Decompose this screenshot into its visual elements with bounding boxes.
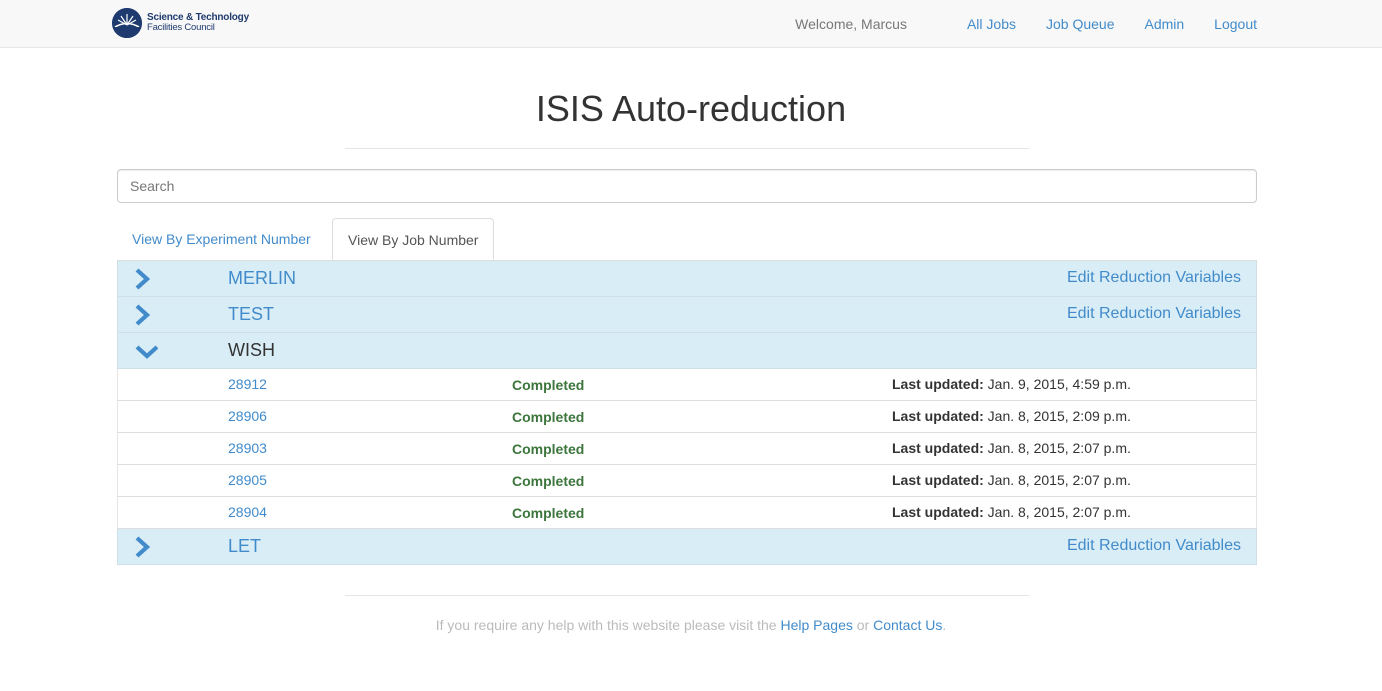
last-updated-value: Jan. 8, 2015, 2:07 p.m. (987, 472, 1131, 488)
run-status: Completed (512, 409, 585, 425)
run-last-updated: Last updated: Jan. 8, 2015, 2:07 p.m. (892, 433, 1131, 464)
run-last-updated: Last updated: Jan. 8, 2015, 2:07 p.m. (892, 465, 1131, 496)
chevron-right-icon[interactable] (132, 535, 154, 559)
footer-text-middle: or (852, 617, 874, 633)
chevron-right-icon[interactable] (132, 303, 154, 327)
last-updated-value: Jan. 8, 2015, 2:07 p.m. (987, 440, 1131, 456)
footer: If you require any help with this websit… (0, 617, 1382, 633)
run-row: 28905 Completed Last updated: Jan. 8, 20… (117, 465, 1257, 497)
run-row: 28912 Completed Last updated: Jan. 9, 20… (117, 369, 1257, 401)
run-number-link[interactable]: 28903 (228, 433, 267, 464)
chevron-down-icon[interactable] (134, 339, 158, 363)
run-number-link[interactable]: 28906 (228, 401, 267, 432)
brand-text: Science & Technology Facilities Council (147, 13, 249, 33)
run-number-link[interactable]: 28904 (228, 497, 267, 528)
run-number-link[interactable]: 28905 (228, 465, 267, 496)
run-status: Completed (512, 473, 585, 489)
chevron-right-icon[interactable] (132, 267, 154, 291)
instrument-row-let[interactable]: LET Edit Reduction Variables (117, 529, 1257, 565)
last-updated-value: Jan. 8, 2015, 2:09 p.m. (987, 408, 1131, 424)
nav-all-jobs-link[interactable]: All Jobs (967, 16, 1016, 32)
edit-reduction-variables-link[interactable]: Edit Reduction Variables (1067, 297, 1241, 331)
search-input[interactable] (117, 169, 1257, 203)
contact-us-link[interactable]: Contact Us (873, 617, 942, 633)
stfc-logo[interactable]: Science & Technology Facilities Council (112, 8, 249, 38)
title-divider (345, 148, 1029, 149)
last-updated-value: Jan. 8, 2015, 2:07 p.m. (987, 504, 1131, 520)
view-tabs: View By Experiment Number View By Job Nu… (117, 218, 1257, 260)
edit-reduction-variables-link[interactable]: Edit Reduction Variables (1067, 529, 1241, 563)
nav-logout-link[interactable]: Logout (1214, 16, 1257, 32)
nav-admin-link[interactable]: Admin (1144, 16, 1184, 32)
instrument-name[interactable]: WISH (228, 333, 275, 368)
footer-divider (345, 595, 1029, 596)
nav-job-queue-link[interactable]: Job Queue (1046, 16, 1115, 32)
run-row: 28903 Completed Last updated: Jan. 8, 20… (117, 433, 1257, 465)
run-status: Completed (512, 377, 585, 393)
instrument-row-wish[interactable]: WISH (117, 333, 1257, 369)
last-updated-label: Last updated: (892, 440, 984, 456)
run-last-updated: Last updated: Jan. 8, 2015, 2:07 p.m. (892, 497, 1131, 528)
run-number-link[interactable]: 28912 (228, 369, 267, 400)
instrument-row-merlin[interactable]: MERLIN Edit Reduction Variables (117, 261, 1257, 297)
instrument-name[interactable]: MERLIN (228, 261, 296, 296)
edit-reduction-variables-link[interactable]: Edit Reduction Variables (1067, 261, 1241, 295)
last-updated-label: Last updated: (892, 472, 984, 488)
last-updated-label: Last updated: (892, 376, 984, 392)
nav-right: Welcome, Marcus All Jobs Job Queue Admin… (795, 0, 1257, 48)
run-row: 28906 Completed Last updated: Jan. 8, 20… (117, 401, 1257, 433)
page-title: ISIS Auto-reduction (535, 88, 847, 129)
instrument-row-test[interactable]: TEST Edit Reduction Variables (117, 297, 1257, 333)
welcome-text: Welcome, Marcus (795, 16, 907, 32)
navbar: Science & Technology Facilities Council … (0, 0, 1382, 48)
instrument-table: MERLIN Edit Reduction Variables TEST Edi… (117, 260, 1257, 565)
instrument-name[interactable]: LET (228, 529, 261, 564)
tab-view-by-job-number[interactable]: View By Job Number (332, 218, 495, 260)
run-last-updated: Last updated: Jan. 9, 2015, 4:59 p.m. (892, 369, 1131, 400)
help-pages-link[interactable]: Help Pages (780, 617, 852, 633)
last-updated-label: Last updated: (892, 408, 984, 424)
stfc-logo-icon (112, 8, 142, 38)
footer-text-after: . (942, 617, 947, 633)
run-row: 28904 Completed Last updated: Jan. 8, 20… (117, 497, 1257, 529)
instrument-name[interactable]: TEST (228, 297, 274, 332)
last-updated-label: Last updated: (892, 504, 984, 520)
brand-line2: Facilities Council (147, 22, 215, 33)
run-status: Completed (512, 505, 585, 521)
tab-view-by-experiment[interactable]: View By Experiment Number (117, 218, 326, 260)
footer-text-before: If you require any help with this websit… (435, 617, 781, 633)
run-last-updated: Last updated: Jan. 8, 2015, 2:09 p.m. (892, 401, 1131, 432)
last-updated-value: Jan. 9, 2015, 4:59 p.m. (987, 376, 1131, 392)
run-status: Completed (512, 441, 585, 457)
